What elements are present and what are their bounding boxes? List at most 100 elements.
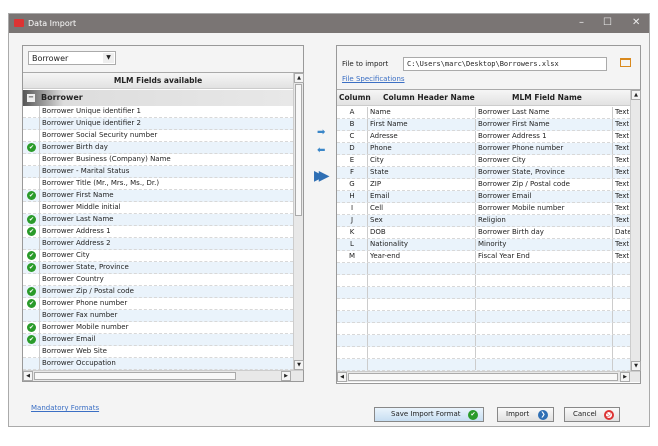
field-row[interactable]: ✔ Borrower Address 1 [23,226,293,238]
grid-row[interactable] [337,275,630,287]
cell-column: C [337,131,368,142]
grid-rows: A Name Borrower Last Name Text B First Name Bo… [337,107,630,371]
grid-row[interactable]: J Sex Religion Text [337,215,630,227]
title-bar: Data Import – ☐ ✕ [9,14,649,33]
entity-dropdown[interactable]: Borrower ▼ [28,51,116,65]
scroll-down-icon[interactable]: ▼ [631,361,641,371]
check-icon: ✔ [27,287,36,296]
field-row[interactable]: ✔ Borrower First Name [23,190,293,202]
cell-type [613,287,630,298]
grid-row[interactable]: L Nationality Minority Text [337,239,630,251]
maximize-button[interactable]: ☐ [603,17,612,28]
grid-row[interactable] [337,359,630,371]
grid-row[interactable] [337,323,630,335]
vertical-scrollbar[interactable]: ▲ ▼ [293,73,304,370]
col-header-name: Column Header Name [383,93,475,102]
grid-row[interactable]: D Phone Borrower Phone number Text [337,143,630,155]
field-row[interactable]: Borrower Business (Company) Name [23,154,293,166]
field-label: Borrower Address 1 [42,227,111,235]
scroll-left-icon[interactable]: ◀ [337,372,347,382]
scroll-up-icon[interactable]: ▲ [631,90,641,100]
scroll-thumb[interactable] [34,372,236,380]
cancel-button[interactable]: Cancel⃠ [564,407,620,422]
grid-row[interactable]: G ZIP Borrower Zip / Postal code Text [337,179,630,191]
grid-row[interactable]: E City Borrower City Text [337,155,630,167]
field-label: Borrower - Marital Status [42,167,130,175]
field-row[interactable]: Borrower Fax number [23,310,293,322]
grid-row[interactable] [337,335,630,347]
grid-horizontal-scrollbar[interactable]: ◀ ▶ [337,371,640,382]
field-label: Borrower State, Province [42,263,129,271]
field-row[interactable]: ✔ Borrower Mobile number [23,322,293,334]
cell-column: J [337,215,368,226]
field-row[interactable]: Borrower Occupation [23,358,293,370]
scroll-down-icon[interactable]: ▼ [294,360,304,370]
fields-list: MLM Fields available − Borrower Borrower… [23,72,304,381]
window-title: Data Import [28,19,77,28]
field-row[interactable]: Borrower Middle initial [23,202,293,214]
grid-row[interactable]: F State Borrower State, Province Text [337,167,630,179]
field-row[interactable]: ✔ Borrower Phone number [23,298,293,310]
cell-column: M [337,251,368,262]
cell-header-name: Cell [368,203,476,214]
field-row[interactable]: Borrower Address 2 [23,238,293,250]
field-row[interactable]: Borrower Social Security number [23,130,293,142]
scroll-right-icon[interactable]: ▶ [620,372,630,382]
field-row[interactable]: Borrower Unique identifier 2 [23,118,293,130]
field-row[interactable]: ✔ Borrower Email [23,334,293,346]
scroll-up-icon[interactable]: ▲ [294,73,304,83]
grid-vertical-scrollbar[interactable]: ▲ ▼ [630,90,641,371]
mandatory-formats-link[interactable]: Mandatory Formats [31,404,99,412]
field-row[interactable]: Borrower Title (Mr., Mrs., Ms., Dr.) [23,178,293,190]
field-row[interactable]: ✔ Borrower Last Name [23,214,293,226]
field-row[interactable]: Borrower Web Site [23,346,293,358]
scroll-thumb[interactable] [295,84,302,216]
field-row[interactable]: ✔ Borrower City [23,250,293,262]
folder-icon[interactable] [620,58,631,67]
cell-column [337,287,368,298]
add-all-button[interactable]: ▶▶ [314,168,329,184]
arrow-left-icon: ⬅ [317,145,326,156]
scroll-thumb[interactable] [348,373,618,381]
scroll-right-icon[interactable]: ▶ [281,371,291,381]
cell-column [337,311,368,322]
grid-row[interactable] [337,299,630,311]
cancel-label: Cancel [573,410,597,418]
horizontal-scrollbar[interactable]: ◀ ▶ [23,370,303,381]
grid-row[interactable]: I Cell Borrower Mobile number Text [337,203,630,215]
field-row[interactable]: Borrower Country [23,274,293,286]
cell-mlm-field [476,311,613,322]
group-row-borrower[interactable]: − Borrower [23,90,293,106]
field-row[interactable]: Borrower - Marital Status [23,166,293,178]
cell-type [613,335,630,346]
grid-row[interactable]: M Year-end Fiscal Year End Text [337,251,630,263]
grid-row[interactable]: B First Name Borrower First Name Text [337,119,630,131]
chevron-down-icon[interactable]: ▼ [103,53,114,63]
field-row[interactable]: Borrower Unique identifier 1 [23,106,293,118]
grid-row[interactable]: KDOBBorrower Birth dayDate [337,227,630,239]
field-row[interactable]: ✔ Borrower State, Province [23,262,293,274]
field-row[interactable]: ✔ Borrower Zip / Postal code [23,286,293,298]
field-row[interactable]: ✔ Borrower Birth day [23,142,293,154]
grid-row[interactable] [337,263,630,275]
grid-row[interactable] [337,287,630,299]
cell-header-name: ZIP [368,179,476,190]
file-specifications-link[interactable]: File Specifications [342,75,405,83]
fields-header: MLM Fields available [23,73,293,89]
grid-row[interactable]: A Name Borrower Last Name Text [337,107,630,119]
import-button[interactable]: Import ❯ [497,407,554,422]
cell-column: F [337,167,368,178]
grid-row[interactable] [337,311,630,323]
grid-row[interactable]: H Email Borrower Email Text [337,191,630,203]
collapse-icon[interactable]: − [27,94,35,102]
add-field-button[interactable]: ➡ [317,127,325,138]
grid-row[interactable]: C Adresse Borrower Address 1 Text [337,131,630,143]
file-path-input[interactable]: C:\Users\marc\Desktop\Borrowers.xlsx [403,57,607,71]
save-import-format-button[interactable]: Save Import Format ✔ [374,407,484,422]
close-button[interactable]: ✕ [632,17,640,28]
file-to-import-label: File to import [342,60,389,68]
grid-row[interactable] [337,347,630,359]
scroll-left-icon[interactable]: ◀ [23,371,33,381]
minimize-button[interactable]: – [579,17,584,28]
remove-field-button[interactable]: ⬅ [317,145,325,156]
